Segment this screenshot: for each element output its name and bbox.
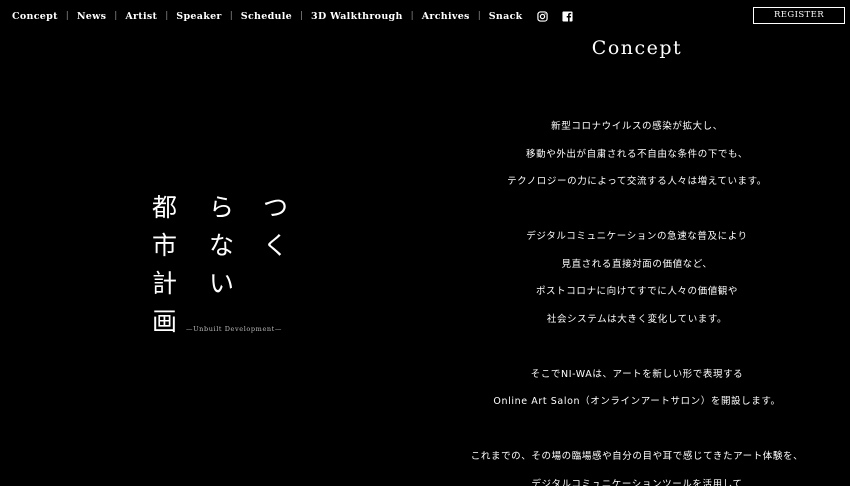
top-nav: Concept | News | Artist | Speaker | Sche… <box>12 9 573 23</box>
concept-line: 見直される直接対面の価値など、 <box>561 258 713 270</box>
concept-line: 新型コロナウイルスの感染が拡大し、 <box>551 121 723 132</box>
concept-line: ポストコロナに向けてすでに人々の価値観や <box>535 286 739 297</box>
nav-artist[interactable]: Artist <box>125 11 157 22</box>
title-column-1: 都 市 計 画 <box>152 189 177 341</box>
concept-line: デジタルコミュニケーションの急速な普及により <box>526 231 748 242</box>
concept-line: 社会システムは大きく変化しています。 <box>546 313 728 325</box>
title-char: な <box>209 231 235 260</box>
title-column-2: ら な い <box>209 189 234 303</box>
title-char: 画 <box>152 307 178 336</box>
nav-separator: | <box>299 11 304 21</box>
nav-separator: | <box>65 11 69 21</box>
title-char: 市 <box>152 231 178 260</box>
title-char: ら <box>209 193 235 222</box>
nav-separator: | <box>114 11 118 21</box>
concept-body: 新型コロナウイルスの感染が拡大し、 移動や外出が自粛される不自由な条件の下でも、… <box>424 118 850 486</box>
nav-news[interactable]: News <box>77 11 106 22</box>
concept-line: これまでの、その場の臨場感や自分の目や耳で感じてきたアート体験を、 <box>470 451 804 462</box>
title-char: い <box>209 269 235 298</box>
nav-snack[interactable]: Snack <box>489 11 523 22</box>
concept-line-blank <box>424 338 850 366</box>
concept-line-blank <box>424 201 850 229</box>
title-char: つ <box>263 193 289 222</box>
title-column-3: つ く <box>263 189 288 265</box>
nav-separator: | <box>165 11 169 21</box>
concept-line: 移動や外出が自粛される不自由な条件の下でも、 <box>526 148 748 160</box>
nav-separator: | <box>229 11 233 21</box>
nav-speaker[interactable]: Speaker <box>176 11 221 22</box>
nav-schedule[interactable]: Schedule <box>241 11 292 22</box>
concept-line: テクノロジーの力によって交流する人々は増えています。 <box>507 176 767 187</box>
instagram-icon[interactable] <box>536 10 548 22</box>
nav-concept[interactable]: Concept <box>12 11 58 22</box>
nav-separator: | <box>410 11 414 21</box>
page: Concept | News | Artist | Speaker | Sche… <box>0 0 850 486</box>
facebook-icon-graphic <box>562 10 573 22</box>
title-char: 都 <box>152 193 178 222</box>
title-char: く <box>263 231 289 260</box>
title-subtitle: —Unbuilt Development— <box>186 325 282 333</box>
concept-line: そこでNI-WAは、アートを新しい形で表現する <box>530 368 744 380</box>
facebook-icon[interactable] <box>562 10 573 22</box>
concept-line: デジタルコミュニケーションツールを活用して <box>531 478 743 486</box>
nav-archives[interactable]: Archives <box>422 11 470 22</box>
concept-line-blank <box>424 421 850 449</box>
concept-heading: Concept <box>591 37 683 59</box>
title-char: 計 <box>152 269 178 298</box>
nav-3d-walkthrough[interactable]: 3D Walkthrough <box>311 11 403 22</box>
nav-separator: | <box>477 11 481 21</box>
register-button[interactable]: REGISTER <box>753 7 845 24</box>
instagram-icon-graphic <box>536 10 548 22</box>
concept-line: Online Art Salon（オンラインアートサロン）を開設します。 <box>493 396 781 407</box>
vertical-title: 都 市 計 画 ら な い つ く —Unbuilt Development— <box>152 189 302 339</box>
